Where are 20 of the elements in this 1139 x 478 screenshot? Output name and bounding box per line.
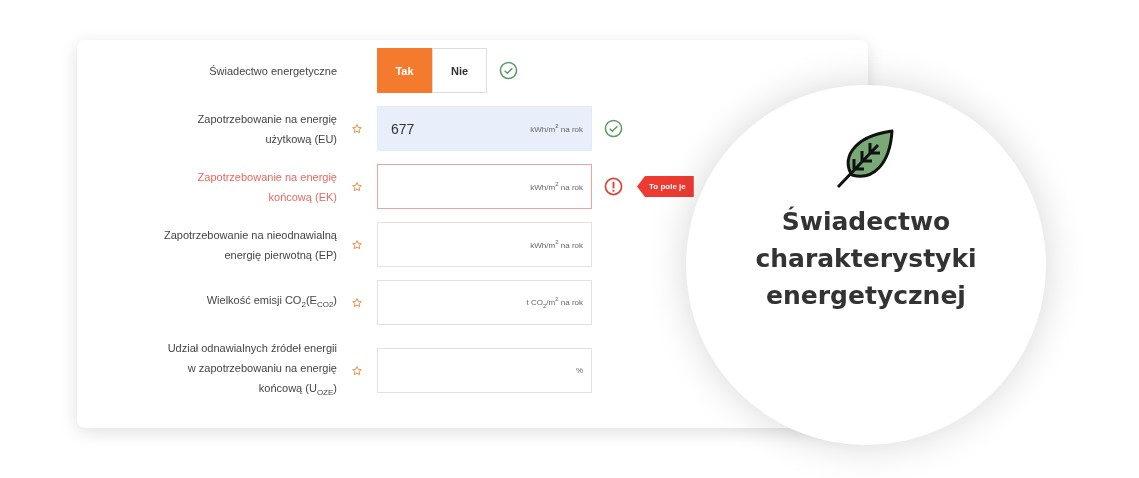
error-tooltip: To pole je	[637, 176, 694, 197]
field-label: Świadectwo energetyczne	[209, 63, 337, 79]
field-label: Udział odnawialnych źródeł energii w zapotrzebowaniu na energię końcową (U$_{OZE}$)	[166, 341, 337, 400]
input-field[interactable]: kWh/m$^{2}$ na rok	[377, 222, 592, 267]
badge-title: Świadectwo charakterystyki energetycznej	[754, 205, 978, 312]
input-field[interactable]: t CO$_{2}$/m$^{2}$ na rok	[377, 280, 592, 325]
unit-label: t CO$_{2}$/m$^{2}$ na rok	[526, 296, 583, 309]
field-value: 677	[391, 120, 415, 137]
input-field[interactable]: %	[377, 348, 592, 394]
field-label: Zapotrzebowanie na energię końcową (EK)	[196, 169, 337, 205]
unit-label: kWh/m$^{2}$ na rok	[530, 239, 583, 250]
toggle-option[interactable]: Nie	[432, 48, 487, 93]
input-field[interactable]: 677 kWh/m$^{2}$ na rok	[377, 106, 592, 151]
unit-label: %	[575, 366, 583, 376]
field-label: Zapotrzebowanie na energię użytkową (EU)	[196, 111, 337, 147]
unit-label: kWh/m$^{2}$ na rok	[530, 123, 583, 134]
unit-label: kWh/m$^{2}$ na rok	[530, 181, 583, 192]
field-label: Wielkość emisji CO$_{2}$(E$_{CO2}$)	[206, 292, 337, 312]
field-label: Zapotrzebowanie na nieodnawialną energię pierwotną (EP)	[162, 227, 337, 263]
input-field[interactable]: kWh/m$^{2}$ na rok	[377, 164, 592, 209]
